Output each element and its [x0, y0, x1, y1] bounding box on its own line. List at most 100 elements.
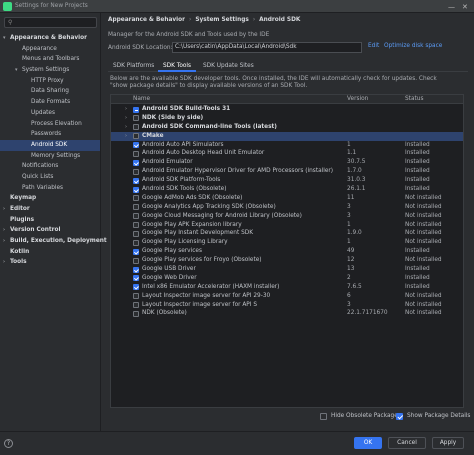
table-row[interactable]: Google Play Instant Development SDK 1.9.0…	[111, 229, 463, 238]
row-checkbox[interactable]	[133, 142, 139, 149]
table-row[interactable]: Google Play services for Froyo (Obsolete…	[111, 256, 463, 265]
sidebar-item[interactable]: Updates	[0, 108, 100, 119]
column-header-version[interactable]: Version	[347, 96, 368, 102]
optimize-disk-space-link[interactable]: Optimize disk space	[384, 43, 442, 49]
apply-button[interactable]: Apply	[432, 437, 464, 449]
row-checkbox[interactable]	[133, 302, 139, 309]
sidebar-item[interactable]: Date Formats	[0, 97, 100, 108]
row-checkbox[interactable]	[133, 310, 139, 317]
show-details-checkbox[interactable]	[396, 413, 403, 420]
table-row[interactable]: Android Emulator 30.7.5 Installed	[111, 158, 463, 167]
sidebar-item[interactable]: › Editor	[0, 204, 100, 215]
row-checkbox[interactable]	[133, 239, 139, 246]
row-checkbox[interactable]	[133, 115, 139, 122]
chevron-right-icon[interactable]: ›	[125, 105, 127, 114]
table-row[interactable]: Google Play Licensing Library 1 Not instal…	[111, 238, 463, 247]
chevron-right-icon[interactable]: ›	[3, 204, 5, 215]
chevron-right-icon[interactable]: ›	[3, 225, 5, 236]
table-row[interactable]: Intel x86 Emulator Accelerator (HAXM ins…	[111, 283, 463, 292]
table-row[interactable]: › NDK (Side by side)	[111, 114, 463, 123]
sidebar-item[interactable]: Appearance	[0, 44, 100, 55]
table-row[interactable]: Google Web Driver 2 Installed	[111, 274, 463, 283]
row-checkbox[interactable]	[133, 248, 139, 255]
table-row[interactable]: Layout Inspector image server for API S 3…	[111, 301, 463, 310]
tab-sdk-tools[interactable]: SDK Tools	[158, 60, 197, 72]
table-row[interactable]: › Android SDK Build-Tools 31	[111, 105, 463, 114]
table-row[interactable]: Google Play services 49 Installed	[111, 247, 463, 256]
chevron-right-icon[interactable]: ›	[125, 132, 127, 141]
sidebar-item[interactable]: Passwords	[0, 129, 100, 140]
hide-obsolete-checkbox[interactable]	[320, 413, 327, 420]
row-checkbox[interactable]	[133, 133, 139, 140]
sidebar-item[interactable]: Process Elevation	[0, 119, 100, 130]
sidebar-item[interactable]: Data Sharing	[0, 86, 100, 97]
chevron-right-icon[interactable]: ›	[3, 257, 5, 268]
row-checkbox[interactable]	[133, 177, 139, 184]
breadcrumb-item[interactable]: Appearance & Behavior	[108, 17, 185, 23]
row-checkbox[interactable]	[133, 186, 139, 193]
row-checkbox[interactable]	[133, 106, 139, 113]
sidebar-item[interactable]: › Version Control	[0, 225, 100, 236]
row-checkbox[interactable]	[133, 230, 139, 237]
breadcrumb-item[interactable]: System Settings	[195, 17, 249, 23]
sidebar-item[interactable]: Notifications	[0, 161, 100, 172]
row-checkbox[interactable]	[133, 150, 139, 157]
sidebar-item[interactable]: Memory Settings	[0, 151, 100, 162]
chevron-right-icon[interactable]: ›	[125, 123, 127, 132]
table-row[interactable]: Layout Inspector image server for API 29…	[111, 292, 463, 301]
sidebar-item[interactable]: › Tools	[0, 257, 100, 268]
table-row[interactable]: › Android SDK Command-line Tools (latest)	[111, 123, 463, 132]
table-row[interactable]: NDK (Obsolete) 22.1.7171670 Not installed	[111, 309, 463, 318]
ok-button[interactable]: OK	[354, 437, 382, 449]
cancel-button[interactable]: Cancel	[388, 437, 426, 449]
chevron-right-icon[interactable]: ›	[3, 236, 5, 247]
sidebar-item[interactable]: Quick Lists	[0, 172, 100, 183]
sidebar-item[interactable]: Android SDK	[0, 139, 100, 151]
sidebar-item[interactable]: Kotlin	[0, 247, 100, 258]
help-icon[interactable]: ?	[4, 439, 13, 448]
table-row[interactable]: Google Cloud Messaging for Android Libra…	[111, 212, 463, 221]
chevron-down-icon[interactable]: ▾	[15, 65, 18, 76]
tab-sdk-update-sites[interactable]: SDK Update Sites	[198, 60, 259, 72]
table-row[interactable]: Google Analytics App Tracking SDK (Obsol…	[111, 203, 463, 212]
column-header-name[interactable]: Name	[133, 96, 150, 102]
sidebar-item[interactable]: ▾ Appearance & Behavior	[0, 33, 100, 44]
table-row[interactable]: Android Auto API Simulators 1 Installed	[111, 141, 463, 150]
sidebar-item[interactable]: Path Variables	[0, 183, 100, 194]
row-checkbox[interactable]	[133, 293, 139, 300]
row-checkbox[interactable]	[133, 284, 139, 291]
table-row[interactable]: Android SDK Platform-Tools 31.0.3 Installe…	[111, 176, 463, 185]
row-checkbox[interactable]	[133, 168, 139, 175]
edit-link[interactable]: Edit	[368, 43, 379, 49]
table-row[interactable]: Android SDK Tools (Obsolete) 26.1.1 Instal…	[111, 185, 463, 194]
row-checkbox[interactable]	[133, 213, 139, 220]
sidebar-item[interactable]: › Build, Execution, Deployment	[0, 236, 107, 247]
sdk-location-field[interactable]: C:\Users\catin\AppData\Local\Android\Sdk	[172, 42, 362, 53]
chevron-right-icon[interactable]: ›	[125, 114, 127, 123]
sidebar-item[interactable]: Keymap	[0, 193, 100, 204]
settings-search-input[interactable]: ⚲	[4, 17, 97, 28]
row-checkbox[interactable]	[133, 124, 139, 131]
table-row[interactable]: Google USB Driver 13 Installed	[111, 265, 463, 274]
table-row[interactable]: Android Auto Desktop Head Unit Emulator 1…	[111, 149, 463, 158]
row-checkbox[interactable]	[133, 257, 139, 264]
row-checkbox[interactable]	[133, 204, 139, 211]
minimize-icon[interactable]: —	[448, 3, 455, 11]
table-row[interactable]: › CMake	[111, 131, 463, 141]
sidebar-item[interactable]: Menus and Toolbars	[0, 54, 100, 65]
table-row[interactable]: Google AdMob Ads SDK (Obsolete) 11 Not ins…	[111, 194, 463, 203]
sidebar-item[interactable]: ▾ System Settings	[0, 65, 100, 76]
row-checkbox[interactable]	[133, 195, 139, 202]
row-checkbox[interactable]	[133, 222, 139, 229]
row-checkbox[interactable]	[133, 266, 139, 273]
sidebar-item[interactable]: HTTP Proxy	[0, 76, 100, 87]
table-row[interactable]: Google Play APK Expansion library 1 Not in…	[111, 221, 463, 230]
close-icon[interactable]: ✕	[462, 3, 468, 11]
sidebar-item[interactable]: Plugins	[0, 215, 100, 226]
chevron-down-icon[interactable]: ▾	[3, 33, 6, 44]
table-row[interactable]: Android Emulator Hypervisor Driver for A…	[111, 167, 463, 176]
row-checkbox[interactable]	[133, 275, 139, 282]
tab-sdk-platforms[interactable]: SDK Platforms	[108, 60, 159, 72]
row-checkbox[interactable]	[133, 159, 139, 166]
column-header-status[interactable]: Status	[405, 96, 423, 102]
